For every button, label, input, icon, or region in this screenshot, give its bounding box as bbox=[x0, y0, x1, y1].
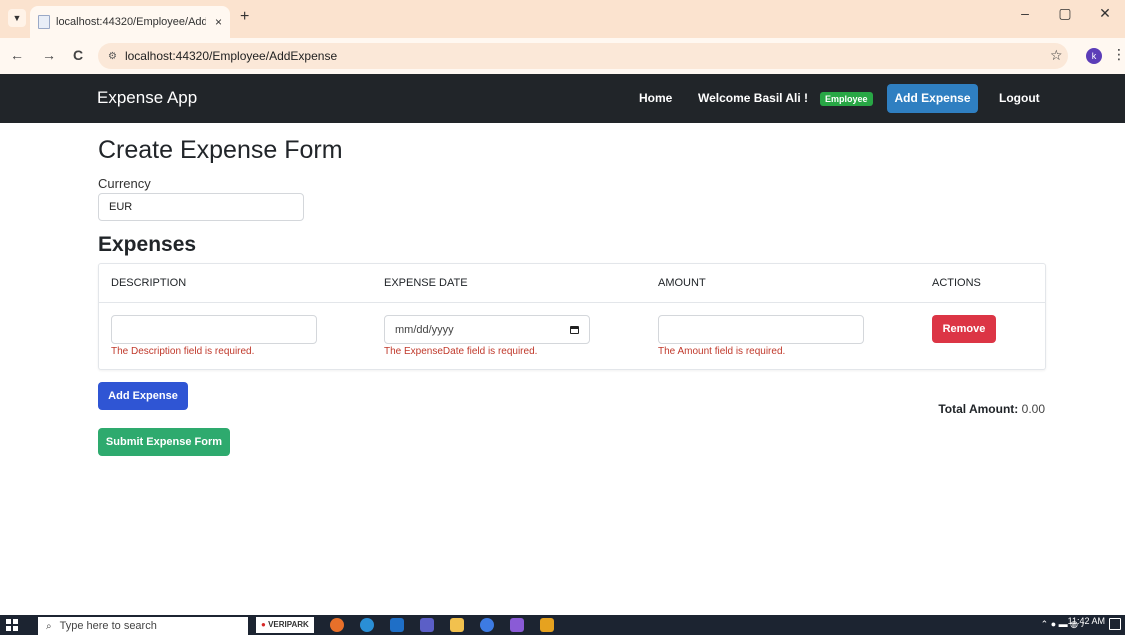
windows-taskbar: ⌕ Type here to search ● VERIPARK ⌃ ● ▬ ◍… bbox=[0, 615, 1125, 635]
visual-studio-icon[interactable] bbox=[510, 618, 524, 632]
new-tab-button[interactable]: + bbox=[240, 8, 249, 26]
logout-link[interactable]: Logout bbox=[999, 91, 1040, 105]
app-navbar: Expense App Home Welcome Basil Ali ! Emp… bbox=[0, 74, 1125, 123]
total-amount: Total Amount: 0.00 bbox=[938, 402, 1045, 416]
site-info-icon[interactable]: ⚙ bbox=[108, 51, 117, 62]
opera-icon[interactable] bbox=[330, 618, 344, 632]
total-amount-value: 0.00 bbox=[1021, 402, 1045, 416]
tab-close-icon[interactable]: × bbox=[215, 15, 222, 29]
role-badge: Employee bbox=[820, 92, 873, 106]
browser-toolbar: ← → C ⚙ localhost:44320/Employee/AddExpe… bbox=[0, 38, 1125, 74]
expenses-section-title: Expenses bbox=[98, 233, 197, 256]
url-text: localhost:44320/Employee/AddExpense bbox=[124, 49, 338, 63]
column-header-expense-date: EXPENSE DATE bbox=[384, 277, 468, 289]
date-placeholder: mm/dd/yyyy bbox=[395, 323, 454, 336]
windows-start-icon[interactable] bbox=[6, 619, 18, 631]
nav-home-link[interactable]: Home bbox=[639, 91, 672, 105]
currency-input[interactable]: EUR bbox=[98, 193, 304, 221]
forward-button[interactable]: → bbox=[42, 47, 56, 63]
expense-date-input[interactable]: mm/dd/yyyy bbox=[384, 315, 590, 344]
browser-tab[interactable]: localhost:44320/Employee/Add × bbox=[30, 6, 230, 38]
description-input[interactable] bbox=[111, 315, 317, 344]
brand-link[interactable]: Expense App bbox=[97, 88, 197, 108]
taskbar-search[interactable]: ⌕ Type here to search bbox=[38, 617, 248, 635]
close-window-button[interactable]: ✕ bbox=[1085, 0, 1125, 32]
veripark-logo-icon: ● bbox=[261, 620, 266, 629]
expenses-table: DESCRIPTION EXPENSE DATE AMOUNT ACTIONS … bbox=[98, 263, 1046, 370]
search-icon: ⌕ bbox=[46, 620, 52, 632]
notifications-icon[interactable] bbox=[1109, 618, 1121, 630]
column-header-description: DESCRIPTION bbox=[111, 277, 187, 289]
bookmark-star-icon[interactable]: ☆ bbox=[1050, 47, 1063, 64]
reload-button[interactable]: C bbox=[73, 47, 83, 63]
window-controls: – ▢ ✕ bbox=[1005, 0, 1125, 32]
welcome-text: Welcome Basil Ali ! bbox=[698, 91, 809, 105]
back-button[interactable]: ← bbox=[10, 47, 24, 63]
column-header-actions: ACTIONS bbox=[932, 277, 981, 289]
file-explorer-icon[interactable] bbox=[450, 618, 464, 632]
app-icon[interactable] bbox=[540, 618, 554, 632]
expense-date-error: The ExpenseDate field is required. bbox=[384, 346, 538, 357]
taskbar-search-placeholder: Type here to search bbox=[59, 620, 157, 632]
address-bar[interactable]: ⚙ localhost:44320/Employee/AddExpense bbox=[98, 43, 1068, 69]
taskbar-clock[interactable]: 11:42 AM bbox=[1068, 616, 1105, 626]
add-expense-button[interactable]: Add Expense bbox=[98, 382, 188, 410]
browser-tab-strip: ▼ localhost:44320/Employee/Add × + – ▢ ✕ bbox=[0, 0, 1125, 38]
submit-expense-form-button[interactable]: Submit Expense Form bbox=[98, 428, 230, 456]
teams-icon[interactable] bbox=[420, 618, 434, 632]
description-error: The Description field is required. bbox=[111, 346, 255, 357]
nav-add-expense-button[interactable]: Add Expense bbox=[887, 84, 978, 113]
chrome-icon[interactable] bbox=[480, 618, 494, 632]
remove-button[interactable]: Remove bbox=[932, 315, 996, 343]
page-title: Create Expense Form bbox=[98, 136, 343, 164]
veripark-app[interactable]: ● VERIPARK bbox=[256, 617, 314, 633]
amount-error: The Amount field is required. bbox=[658, 346, 786, 357]
page-favicon-icon bbox=[38, 15, 50, 29]
browser-menu-icon[interactable]: ⋮ bbox=[1112, 46, 1125, 63]
tab-search-dropdown-icon[interactable]: ▼ bbox=[8, 9, 26, 27]
amount-input[interactable] bbox=[658, 315, 864, 344]
table-header-divider bbox=[99, 302, 1045, 303]
calendar-icon[interactable] bbox=[570, 325, 579, 334]
maximize-button[interactable]: ▢ bbox=[1045, 0, 1085, 32]
outlook-icon[interactable] bbox=[390, 618, 404, 632]
edge-icon[interactable] bbox=[360, 618, 374, 632]
total-amount-label: Total Amount: bbox=[938, 402, 1019, 416]
minimize-button[interactable]: – bbox=[1005, 0, 1045, 32]
currency-label: Currency bbox=[98, 176, 151, 191]
column-header-amount: AMOUNT bbox=[658, 277, 706, 289]
tab-title: localhost:44320/Employee/Add bbox=[56, 16, 206, 28]
veripark-label: VERIPARK bbox=[268, 620, 309, 629]
profile-avatar[interactable]: k bbox=[1086, 48, 1102, 64]
